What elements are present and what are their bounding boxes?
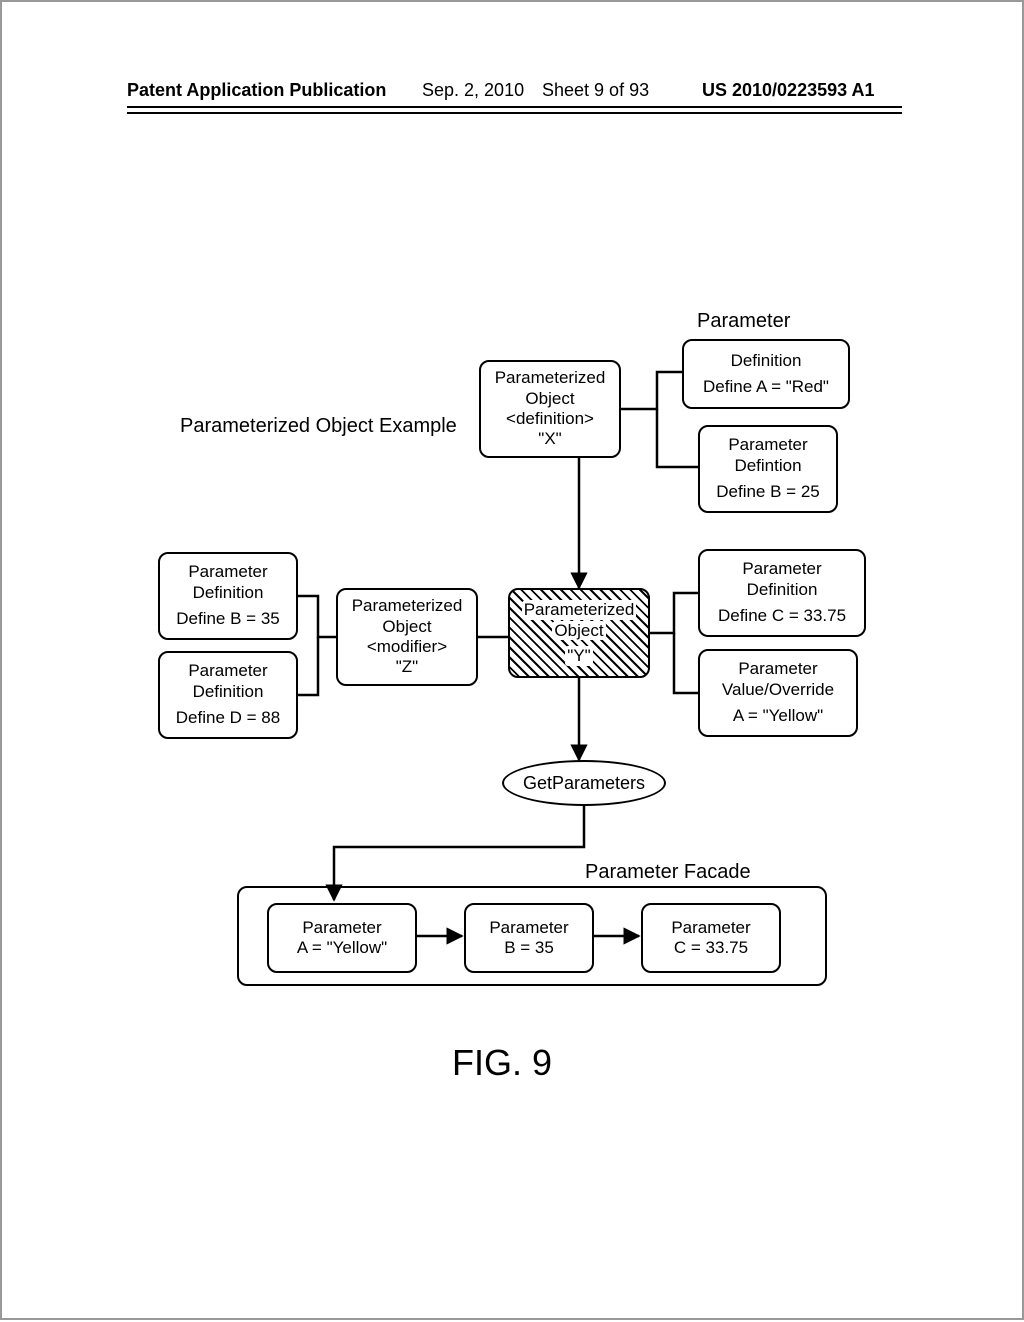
node-obj-x: Parameterized Object <definition> "X"	[479, 360, 621, 458]
node-def-b35: Parameter Definition Define B = 35	[158, 552, 298, 640]
node-obj-y: Parameterized Object "Y"	[508, 588, 650, 678]
facade-param-b: Parameter B = 35	[464, 903, 594, 973]
node-obj-z: Parameterized Object <modifier> "Z"	[336, 588, 478, 686]
diagram-title: Parameterized Object Example	[180, 415, 457, 438]
facade-label: Parameter Facade	[585, 861, 751, 884]
figure-number: FIG. 9	[452, 1042, 552, 1084]
facade-container: Parameter A = "Yellow" Parameter B = 35 …	[237, 886, 827, 986]
facade-param-a: Parameter A = "Yellow"	[267, 903, 417, 973]
node-def-c: Parameter Definition Define C = 33.75	[698, 549, 866, 637]
node-def-a: Definition Define A = "Red"	[682, 339, 850, 409]
facade-param-c: Parameter C = 33.75	[641, 903, 781, 973]
parameter-word: Parameter	[697, 310, 790, 333]
node-getparameters: GetParameters	[502, 760, 666, 806]
node-val-a: Parameter Value/Override A = "Yellow"	[698, 649, 858, 737]
node-def-b25: Parameter Defintion Define B = 25	[698, 425, 838, 513]
node-def-d88: Parameter Definition Define D = 88	[158, 651, 298, 739]
